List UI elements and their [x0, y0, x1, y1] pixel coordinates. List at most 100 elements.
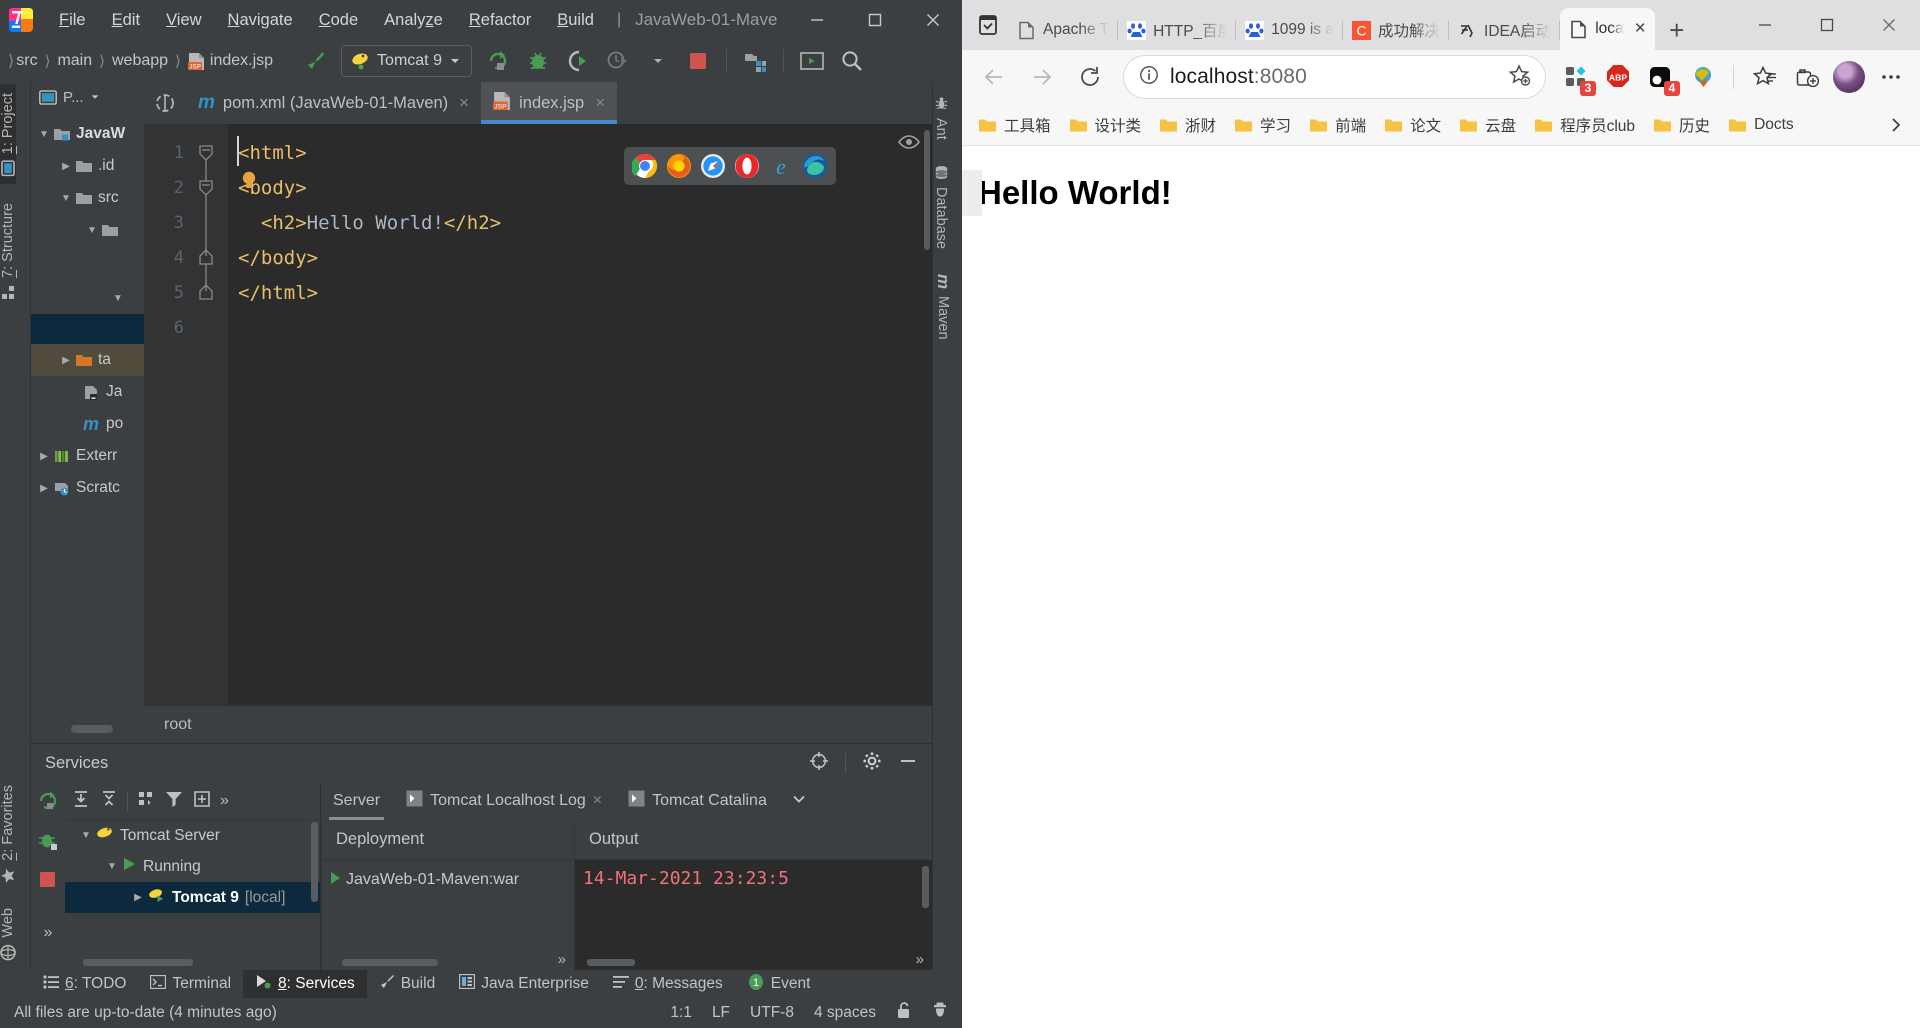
status-line-separator[interactable]: LF — [712, 1004, 730, 1022]
maximize-icon[interactable] — [1796, 0, 1858, 50]
unlocked-icon[interactable] — [896, 1001, 912, 1025]
chevron-right-icon[interactable]: ▶ — [129, 892, 147, 903]
hector-icon[interactable] — [932, 1002, 948, 1025]
more-icon[interactable]: » — [220, 792, 229, 810]
sidebar-item-web[interactable]: Web — [0, 892, 16, 970]
hammer-icon[interactable] — [297, 44, 333, 78]
bottom-tab-terminal[interactable]: Terminal — [138, 970, 243, 998]
run-icon[interactable] — [480, 44, 516, 78]
browser-tab-1099[interactable]: 1099 is a — [1236, 10, 1343, 50]
editor-tab-pom-xml[interactable]: m pom.xml (JavaWeb-01-Maven) × — [186, 82, 481, 124]
bookmark-thesis[interactable]: 论文 — [1376, 109, 1449, 141]
tampermonkey-icon[interactable]: 4 — [1641, 58, 1680, 96]
internet-explorer-icon[interactable]: e — [768, 153, 794, 179]
sidebar-item-favorites[interactable]: 2: Favorites — [0, 776, 16, 893]
profile-dropdown-icon[interactable] — [640, 44, 676, 78]
chevron-right-icon[interactable]: ▶ — [57, 161, 75, 172]
code-folding-column[interactable] — [194, 136, 220, 351]
tree-item-idea[interactable]: ▶ .id — [31, 150, 144, 182]
close-icon[interactable] — [904, 0, 962, 40]
browser-tab-apache[interactable]: Apache T — [1008, 10, 1119, 50]
chevron-down-icon[interactable]: ▼ — [35, 129, 53, 140]
add-favorite-icon[interactable] — [1507, 63, 1537, 91]
project-tree-hscrollbar[interactable] — [71, 725, 113, 733]
sidebar-item-ant[interactable]: Ant — [933, 82, 949, 149]
safari-icon[interactable] — [700, 153, 726, 179]
chevron-down-icon[interactable]: ▼ — [57, 193, 75, 204]
breadcrumb-main[interactable]: main — [57, 52, 92, 70]
bottom-tab-event-log[interactable]: 1 Event — [735, 970, 823, 998]
stop-icon[interactable] — [680, 44, 716, 78]
browser-tab-csdn[interactable]: C 成功解决 — [1343, 10, 1450, 50]
chevron-down-icon[interactable] — [781, 791, 817, 812]
more-icon[interactable]: » — [916, 951, 924, 968]
tree-item-jar[interactable]: Ja — [31, 376, 144, 408]
project-panel-header[interactable]: P... — [31, 82, 144, 112]
chevron-down-icon[interactable]: ▼ — [77, 830, 95, 841]
address-bar-text[interactable]: localhost:8080 — [1160, 65, 1507, 89]
output-column-header[interactable]: Output — [575, 820, 932, 860]
opera-icon[interactable] — [734, 153, 760, 179]
collections-add-icon[interactable] — [1788, 58, 1826, 96]
menu-navigate[interactable]: Navigate — [215, 0, 306, 40]
breadcrumb-indexjsp[interactable]: index.jsp — [210, 52, 273, 70]
services-tree-vscrollbar[interactable] — [311, 822, 318, 902]
run-configuration-selector[interactable]: Tomcat 9 — [341, 45, 472, 77]
breadcrumb-src[interactable]: src — [16, 52, 37, 70]
tree-item-external-libraries[interactable]: ▶ Exterr — [31, 440, 144, 472]
bookmark-toolbox[interactable]: 工具箱 — [970, 109, 1059, 141]
tree-item-main[interactable]: ▼ — [31, 214, 144, 246]
maximize-icon[interactable] — [846, 0, 904, 40]
forward-arrow-icon[interactable] — [1020, 55, 1064, 99]
adblock-plus-icon[interactable]: ABP — [1599, 58, 1637, 96]
editor-gutter[interactable]: 1 2 3 4 5 6 — [144, 124, 228, 705]
tree-item-javaweb[interactable]: ▼ JavaW — [31, 118, 144, 150]
bottom-tab-java-enterprise[interactable]: Java Enterprise — [447, 970, 601, 998]
services-tree-running[interactable]: ▼ Running — [65, 851, 320, 882]
bookmark-study[interactable]: 学习 — [1226, 109, 1299, 141]
menu-code[interactable]: Code — [306, 0, 371, 40]
status-indent[interactable]: 4 spaces — [814, 1004, 876, 1022]
bookmark-programmer-club[interactable]: 程序员club — [1526, 109, 1643, 141]
deployment-row[interactable]: JavaWeb-01-Maven:war — [322, 860, 574, 900]
editor-tab-index-jsp[interactable]: JSP index.jsp × — [481, 82, 618, 124]
bookmark-design[interactable]: 设计类 — [1061, 109, 1150, 141]
deployment-hscrollbar[interactable] — [342, 959, 438, 966]
profile-icon[interactable] — [600, 44, 636, 78]
expand-all-icon[interactable] — [71, 789, 91, 813]
tree-item-target[interactable]: ▶ ta — [31, 344, 144, 376]
chevron-right-icon[interactable] — [1880, 109, 1912, 141]
debug-icon[interactable] — [37, 830, 59, 856]
status-encoding[interactable]: UTF-8 — [750, 1004, 794, 1022]
menu-build[interactable]: Build — [544, 0, 607, 40]
bookmark-docts[interactable]: Docts — [1720, 109, 1802, 141]
close-icon[interactable]: × — [459, 93, 469, 113]
minimize-icon[interactable] — [1734, 0, 1796, 50]
reader-mode-icon[interactable] — [898, 134, 920, 154]
browser-tab-http-baidu[interactable]: HTTP_百度 — [1118, 10, 1237, 50]
services-tree-tomcat-server[interactable]: ▼ Tomcat Server — [65, 820, 320, 851]
output-hscrollbar[interactable] — [587, 959, 635, 966]
deployment-column-header[interactable]: Deployment — [322, 820, 574, 860]
settings-gear-icon[interactable] — [862, 751, 882, 776]
new-tab-button[interactable]: + — [1655, 10, 1699, 50]
chevron-down-icon[interactable] — [90, 92, 100, 102]
intention-bulb-icon[interactable] — [238, 169, 260, 191]
chevron-right-icon[interactable]: ▶ — [35, 451, 53, 462]
add-service-icon[interactable] — [192, 789, 212, 813]
more-icon[interactable]: » — [558, 951, 566, 968]
tree-item-src[interactable]: ▼ src — [31, 182, 144, 214]
chrome-icon[interactable] — [630, 153, 658, 179]
tree-item-pom[interactable]: m po — [31, 408, 144, 440]
more-icon[interactable]: » — [44, 924, 53, 942]
bottom-tab-build[interactable]: Build — [367, 970, 447, 998]
stop-icon[interactable] — [38, 870, 58, 894]
bookmark-frontend[interactable]: 前端 — [1301, 109, 1374, 141]
close-icon[interactable]: × — [1635, 18, 1646, 40]
collapse-all-icon[interactable] — [99, 789, 119, 813]
chevron-down-icon[interactable]: ▼ — [83, 225, 101, 236]
status-caret-position[interactable]: 1:1 — [670, 1004, 692, 1022]
editor-breadcrumb-root[interactable]: root — [164, 716, 192, 734]
sidebar-item-maven[interactable]: m Maven — [933, 258, 953, 349]
tab-tomcat-catalina[interactable]: Tomcat Catalina — [616, 782, 779, 820]
